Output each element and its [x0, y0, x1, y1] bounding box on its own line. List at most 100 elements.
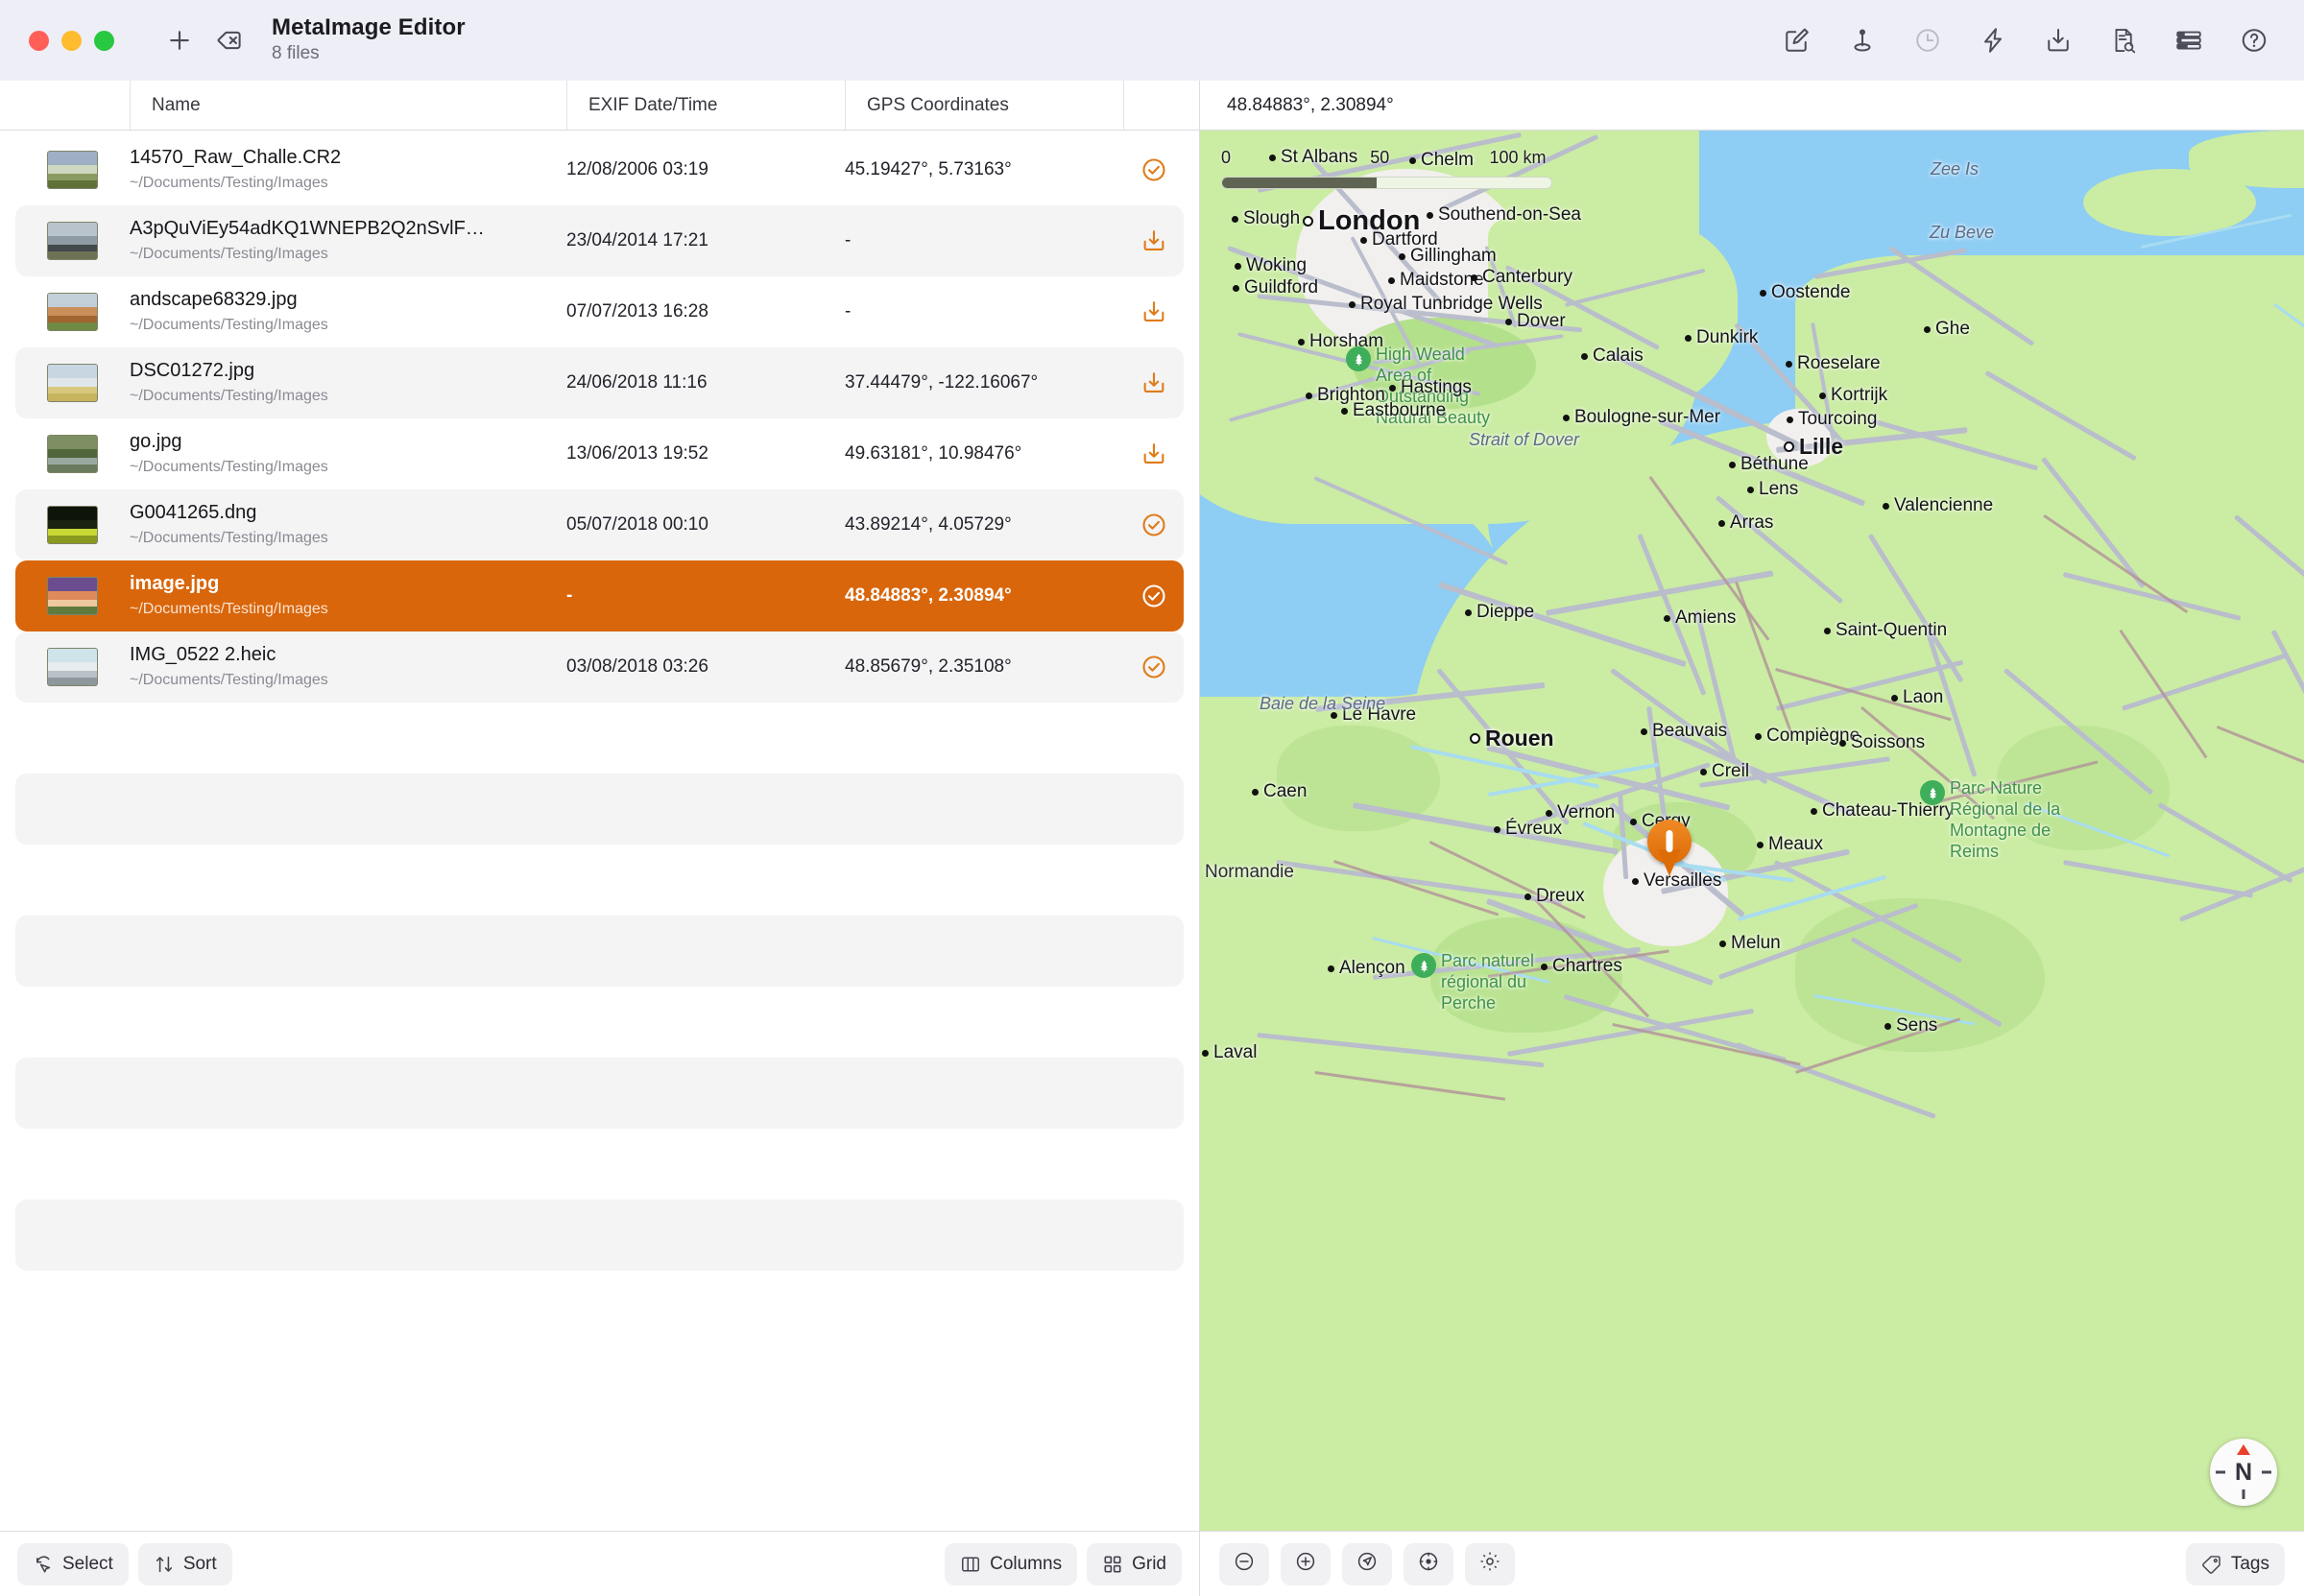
column-header-date[interactable]: EXIF Date/Time: [566, 81, 845, 130]
close-window-button[interactable]: [29, 31, 49, 51]
map-place-name: Strait of Dover: [1469, 430, 1579, 451]
table-row[interactable]: 14570_Raw_Challe.CR2~/Documents/Testing/…: [15, 134, 1184, 205]
locate-button[interactable]: [1342, 1543, 1392, 1585]
app-window: MetaImage Editor 8 files: [0, 0, 2304, 1596]
map-marker-tip: [1658, 849, 1681, 876]
select-button[interactable]: Select: [17, 1543, 129, 1585]
file-exif-date: 24/06/2018 11:16: [566, 372, 845, 393]
map-place-label: Ghe: [1924, 319, 1970, 340]
file-name: image.jpg: [130, 572, 553, 596]
file-thumbnail: [47, 364, 98, 402]
map-place-name: Slough: [1243, 208, 1300, 229]
map-place-dot: [1235, 263, 1241, 270]
clear-files-button[interactable]: [204, 15, 254, 65]
status-check-icon[interactable]: [1123, 156, 1184, 183]
map-place-dot: [1824, 628, 1831, 634]
location-pin-icon[interactable]: [1837, 15, 1887, 65]
zoom-in-button[interactable]: [1281, 1543, 1331, 1585]
lightning-icon[interactable]: [1968, 15, 2018, 65]
status-import-icon[interactable]: [1123, 441, 1184, 467]
map-place-dot: [1360, 237, 1367, 244]
column-header-gps[interactable]: GPS Coordinates: [845, 81, 1123, 130]
tags-button[interactable]: Tags: [2186, 1543, 2285, 1585]
map-place-label: Strait of Dover: [1469, 430, 1579, 451]
map-place-ring: [1470, 733, 1480, 744]
map-place-dot: [1328, 965, 1334, 972]
minimize-window-button[interactable]: [61, 31, 82, 51]
table-row[interactable]: go.jpg~/Documents/Testing/Images13/06/20…: [15, 418, 1184, 489]
map-place-label: Béthune: [1729, 454, 1809, 475]
edit-icon[interactable]: [1772, 15, 1822, 65]
map-place-label: Oostende: [1760, 282, 1850, 303]
column-header-name[interactable]: Name: [130, 81, 566, 130]
map-place-label: Arras: [1718, 512, 1773, 534]
map-place-label: Hastings: [1389, 377, 1472, 398]
file-path: ~/Documents/Testing/Images: [130, 457, 553, 478]
grid-label: Grid: [1132, 1554, 1166, 1575]
table-row[interactable]: andscape68329.jpg~/Documents/Testing/Ima…: [15, 276, 1184, 347]
map-place-name: Évreux: [1505, 819, 1562, 840]
park-icon: [1920, 780, 1945, 805]
table-row[interactable]: DSC01272.jpg~/Documents/Testing/Images24…: [15, 347, 1184, 418]
traffic-lights: [29, 31, 114, 51]
map-place-label: Roeselare: [1786, 353, 1881, 374]
table-row[interactable]: G0041265.dng~/Documents/Testing/Images05…: [15, 489, 1184, 560]
map-compass[interactable]: N: [2210, 1439, 2277, 1506]
map-place-name: Valencienne: [1894, 495, 1993, 516]
compass-label: N: [2235, 1459, 2252, 1487]
map-place-dot: [1427, 212, 1433, 219]
status-import-icon[interactable]: [1123, 227, 1184, 254]
zoom-out-button[interactable]: [1219, 1543, 1269, 1585]
map-location-marker[interactable]: [1647, 820, 1692, 879]
map-place-label: Canterbury: [1471, 267, 1572, 288]
map-place-dot: [1389, 385, 1396, 392]
table-row[interactable]: image.jpg~/Documents/Testing/Images-48.8…: [15, 560, 1184, 631]
sort-button[interactable]: Sort: [138, 1543, 232, 1585]
map-settings-button[interactable]: [1465, 1543, 1515, 1585]
map-place-dot: [1524, 893, 1531, 900]
compass-east-dash: [2262, 1471, 2271, 1474]
file-name: A3pQuViEy54adKQ1WNEPB2Q2nSvlF…: [130, 217, 553, 241]
status-check-icon[interactable]: [1123, 512, 1184, 538]
columns-view-button[interactable]: Columns: [945, 1543, 1077, 1585]
map-place-dot: [1757, 842, 1764, 848]
map-canvas[interactable]: LondonLilleRouenSt AlbansChelmSloughSout…: [1200, 131, 2304, 1531]
app-title: MetaImage Editor: [272, 14, 466, 41]
map-place-dot: [1349, 301, 1356, 308]
map-place-label: Tourcoing: [1787, 409, 1877, 430]
status-check-icon[interactable]: [1123, 654, 1184, 680]
table-row[interactable]: IMG_0522 2.heic~/Documents/Testing/Image…: [15, 631, 1184, 703]
tags-label: Tags: [2231, 1554, 2269, 1575]
map-place-dot: [1718, 520, 1725, 527]
map-place-name: Eastbourne: [1353, 400, 1446, 421]
map-scale-mid: 50: [1370, 148, 1389, 168]
file-name: 14570_Raw_Challe.CR2: [130, 146, 553, 170]
clock-icon[interactable]: [1903, 15, 1953, 65]
file-thumbnail: [47, 151, 98, 189]
map-scale-fill: [1222, 178, 1377, 188]
center-button[interactable]: [1404, 1543, 1453, 1585]
add-files-button[interactable]: [155, 15, 204, 65]
import-icon[interactable]: [2033, 15, 2083, 65]
file-list[interactable]: 14570_Raw_Challe.CR2 ~/Documents/Testing/…: [0, 131, 1199, 1531]
document-search-icon[interactable]: [2099, 15, 2148, 65]
maximize-window-button[interactable]: [94, 31, 114, 51]
file-thumbnail: [47, 577, 98, 615]
select-label: Select: [62, 1554, 113, 1575]
status-import-icon[interactable]: [1123, 369, 1184, 396]
tags-group: Tags: [2186, 1543, 2285, 1585]
list-sliders-icon[interactable]: [2164, 15, 2214, 65]
file-name-cell: 14570_Raw_Challe.CR2~/Documents/Testing/…: [130, 146, 566, 194]
grid-view-button[interactable]: Grid: [1087, 1543, 1182, 1585]
status-check-icon[interactable]: [1123, 583, 1184, 609]
map-place-name: Tourcoing: [1798, 409, 1877, 430]
table-row[interactable]: A3pQuViEy54adKQ1WNEPB2Q2nSvlF…~/Document…: [15, 205, 1184, 276]
map-place-dot: [1306, 393, 1312, 399]
help-icon[interactable]: [2229, 15, 2279, 65]
map-place-dot: [1298, 339, 1305, 345]
file-exif-date: 23/04/2014 17:21: [566, 230, 845, 251]
status-import-icon[interactable]: [1123, 298, 1184, 325]
map-place-name: Canterbury: [1482, 267, 1572, 288]
map-place-name: Laval: [1213, 1042, 1257, 1063]
map-place-label: Laon: [1891, 687, 1943, 708]
